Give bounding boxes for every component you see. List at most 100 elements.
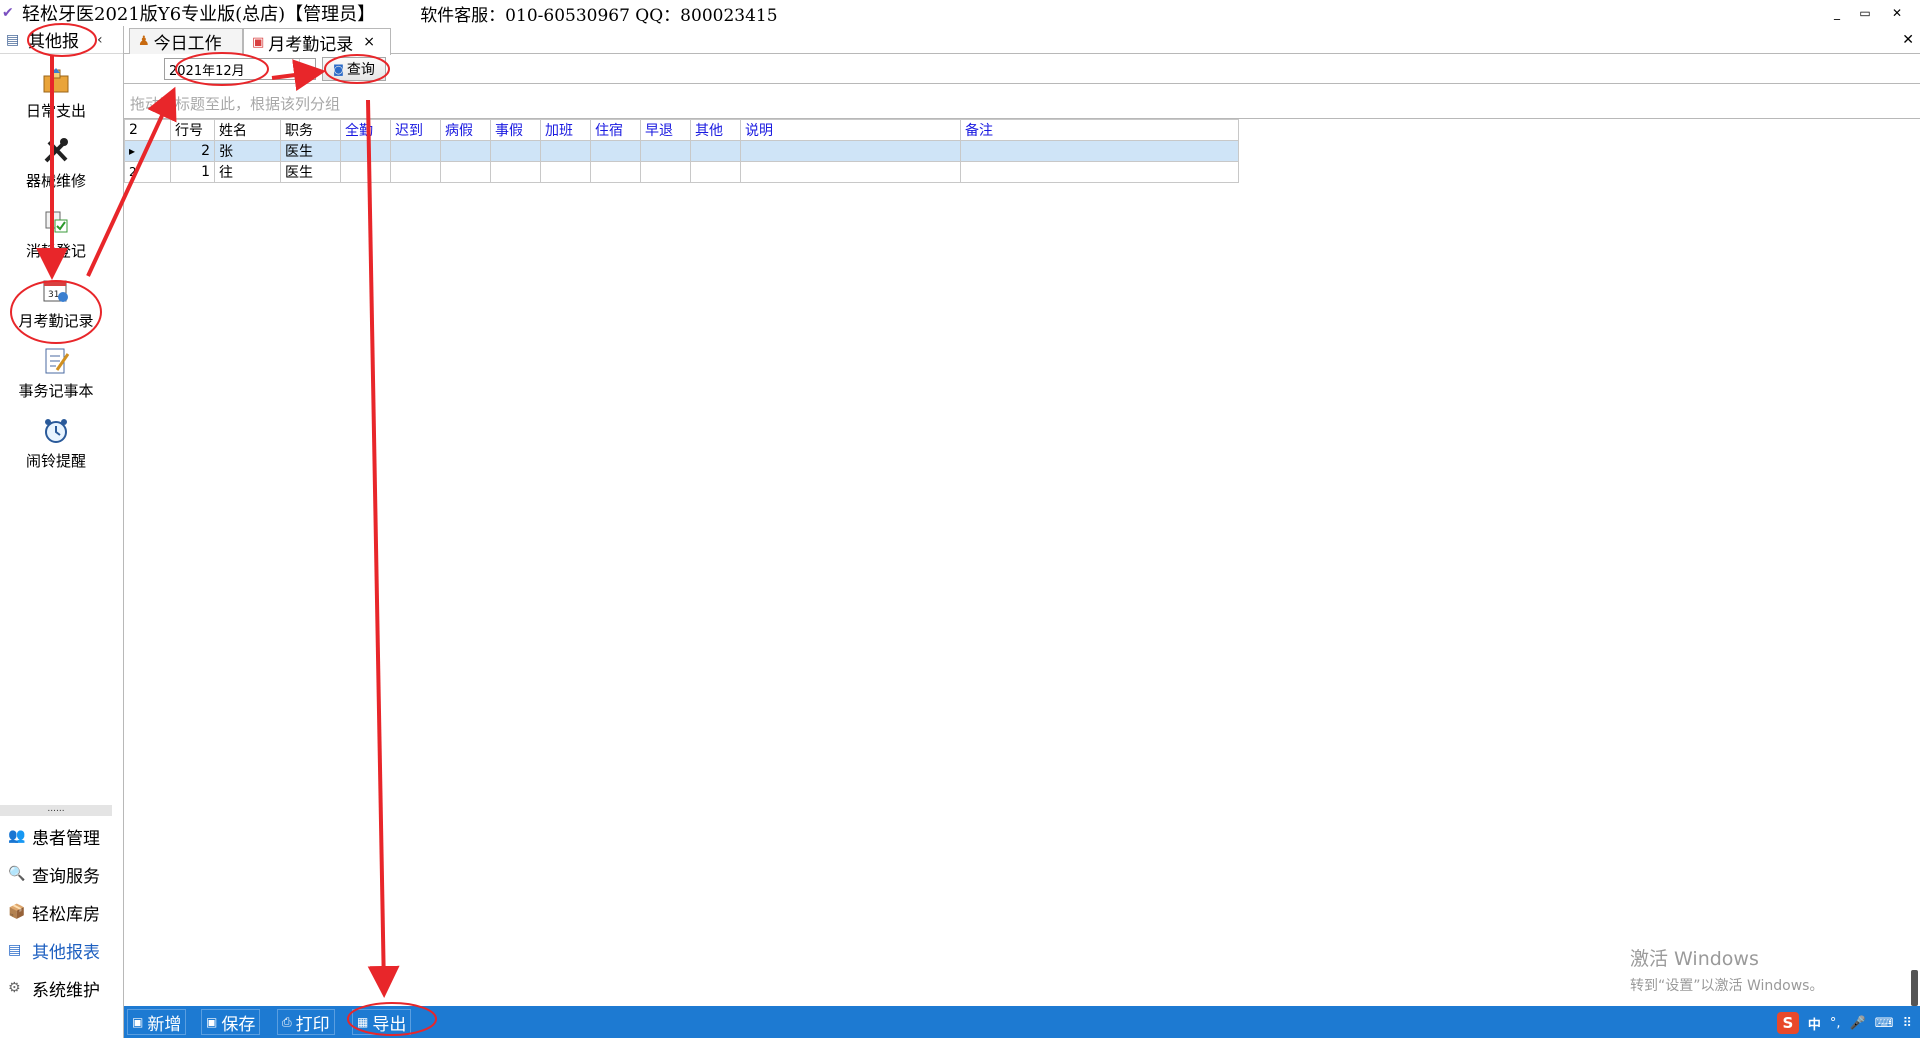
cell-late[interactable]	[390, 140, 441, 162]
month-select[interactable]: 2021年12月 ⌄	[164, 58, 316, 80]
col-header-late[interactable]: 迟到	[390, 119, 441, 141]
chevron-down-icon[interactable]: ⌄	[299, 59, 315, 79]
cell-remarks[interactable]	[960, 140, 1239, 162]
cell-lodging[interactable]	[590, 161, 641, 183]
cell-row-no[interactable]: 1	[170, 161, 215, 183]
close-icon[interactable]: ✕	[1902, 32, 1914, 48]
cell-sick-leave[interactable]	[440, 140, 491, 162]
tab-monthly-attendance[interactable]: ▣ 月考勤记录 ×	[243, 28, 391, 55]
ime-punctuation-icon[interactable]: °,	[1830, 1016, 1841, 1031]
col-header-sick-leave[interactable]: 病假	[440, 119, 491, 141]
cell-name[interactable]: 张	[214, 140, 281, 162]
collapse-sidebar-icon[interactable]: ‹	[97, 32, 103, 48]
cell-early-leave[interactable]	[640, 161, 691, 183]
keyboard-icon[interactable]: ⌨	[1875, 1016, 1894, 1031]
cell-name[interactable]: 往	[214, 161, 281, 183]
print-button-label: 打印	[295, 1014, 330, 1035]
tool-equipment-repair[interactable]: 器械维修	[0, 134, 112, 191]
cell-description[interactable]	[740, 161, 961, 183]
tool-daily-expense[interactable]: 日常支出	[0, 64, 112, 121]
ime-logo-icon[interactable]: S	[1776, 1012, 1799, 1034]
cell-role[interactable]: 医生	[280, 140, 341, 162]
cell-full-attendance[interactable]	[340, 140, 391, 162]
title-bar: ✔ 轻松牙医2021版Y6专业版(总店)【管理员】 软件客服：010-60530…	[0, 0, 1920, 26]
cell-other[interactable]	[690, 161, 741, 183]
col-header-overtime[interactable]: 加班	[540, 119, 591, 141]
col-header-early-leave[interactable]: 早退	[640, 119, 691, 141]
cell-personal-leave[interactable]	[490, 161, 541, 183]
attendance-grid: 2 行号 姓名 职务 全勤 迟到 病假 事假 加班 住宿 早退 其他 说明 备注…	[124, 119, 1239, 183]
cell-overtime[interactable]	[540, 140, 591, 162]
col-header-description[interactable]: 说明	[740, 119, 961, 141]
alarm-clock-icon	[39, 414, 73, 448]
vertical-scrollbar[interactable]	[1911, 970, 1918, 1006]
ime-language-toggle[interactable]: 中	[1808, 1014, 1821, 1033]
cell-late[interactable]	[390, 161, 441, 183]
microphone-icon[interactable]: 🎤	[1850, 1016, 1866, 1031]
query-button[interactable]: ◙ 查询	[322, 57, 386, 81]
nav-query[interactable]: 🔍 查询服务	[8, 859, 100, 889]
row-count-header[interactable]: 2	[124, 119, 171, 141]
cell-sick-leave[interactable]	[440, 161, 491, 183]
nav-patients[interactable]: 👥 患者管理	[8, 821, 100, 851]
tool-alarm[interactable]: 闹铃提醒	[0, 414, 112, 471]
tool-notebook[interactable]: 事务记事本	[0, 344, 112, 401]
row-indicator[interactable]: ▸	[124, 140, 171, 162]
close-window-button[interactable]: ✕	[1886, 4, 1908, 22]
cell-role[interactable]: 医生	[280, 161, 341, 183]
sidebar-header[interactable]: ▤ 其他报 ‹	[0, 26, 123, 54]
table-row[interactable]: 2 1 往 医生	[124, 161, 1239, 183]
col-header-role[interactable]: 职务	[280, 119, 341, 141]
today-icon: ♟	[138, 34, 150, 49]
chevron-down-icon[interactable]: ⌄	[92, 1034, 104, 1038]
cell-row-no[interactable]: 2	[170, 140, 215, 162]
table-row[interactable]: ▸ 2 张 医生	[124, 140, 1239, 162]
col-header-full-attendance[interactable]: 全勤	[340, 119, 391, 141]
app-window: ✔ 轻松牙医2021版Y6专业版(总店)【管理员】 软件客服：010-60530…	[0, 0, 1920, 1038]
cell-remarks[interactable]	[960, 161, 1239, 183]
sidebar-splitter[interactable]: ......	[0, 805, 112, 816]
tool-monthly-attendance[interactable]: 31 月考勤记录	[0, 274, 112, 331]
export-button[interactable]: ▦ 导出	[352, 1009, 412, 1035]
search-icon: ◙	[333, 62, 344, 76]
col-header-name[interactable]: 姓名	[214, 119, 281, 141]
cell-full-attendance[interactable]	[340, 161, 391, 183]
save-button[interactable]: ▣ 保存	[201, 1009, 261, 1035]
cell-lodging[interactable]	[590, 140, 641, 162]
save-icon: ▣	[206, 1015, 218, 1029]
cell-description[interactable]	[740, 140, 961, 162]
col-header-lodging[interactable]: 住宿	[590, 119, 641, 141]
close-tab-icon[interactable]: ×	[363, 34, 375, 50]
minimize-button[interactable]: _	[1826, 4, 1848, 22]
col-header-personal-leave[interactable]: 事假	[490, 119, 541, 141]
app-title: 轻松牙医2021版Y6专业版(总店)【管理员】	[22, 4, 376, 25]
query-button-label: 查询	[346, 62, 375, 78]
cell-personal-leave[interactable]	[490, 140, 541, 162]
print-button[interactable]: ⎙ 打印	[277, 1009, 335, 1035]
add-button[interactable]: ▣ 新增	[127, 1009, 187, 1035]
cell-other[interactable]	[690, 140, 741, 162]
col-header-row-no[interactable]: 行号	[170, 119, 215, 141]
cell-overtime[interactable]	[540, 161, 591, 183]
row-indicator[interactable]: 2	[124, 161, 171, 183]
col-header-other[interactable]: 其他	[690, 119, 741, 141]
restore-button[interactable]: ▭	[1854, 4, 1876, 22]
watermark-title: 激活 Windows	[1630, 948, 1759, 970]
query-toolbar: 2021年12月 ⌄ ◙ 查询	[124, 54, 1920, 84]
expense-icon	[39, 64, 73, 98]
cell-early-leave[interactable]	[640, 140, 691, 162]
month-value: 2021年12月	[169, 63, 245, 79]
nav-other-reports[interactable]: ▤ 其他报表	[8, 935, 100, 965]
svg-text:31: 31	[48, 290, 59, 300]
nav-warehouse[interactable]: 📦 轻松库房	[8, 897, 100, 927]
tab-today-work[interactable]: ♟ 今日工作	[129, 28, 243, 54]
bottom-action-bar: ▣ 新增 ▣ 保存 ⎙ 打印 ▦ 导出 S 中 °, 🎤 ⌨ ⠿	[124, 1006, 1920, 1038]
ime-tray: S 中 °, 🎤 ⌨ ⠿	[1776, 1012, 1912, 1034]
group-by-panel[interactable]: 拖动列标题至此，根据该列分组	[124, 85, 1920, 119]
nav-label: 查询服务	[32, 866, 100, 887]
tool-consumption[interactable]: 消耗登记	[0, 204, 112, 261]
nav-system-maintenance[interactable]: ⚙ 系统维护	[8, 973, 100, 1003]
col-header-remarks[interactable]: 备注	[960, 119, 1239, 141]
toolbox-icon[interactable]: ⠿	[1902, 1016, 1912, 1031]
nav-label: 系统维护	[32, 980, 100, 1001]
